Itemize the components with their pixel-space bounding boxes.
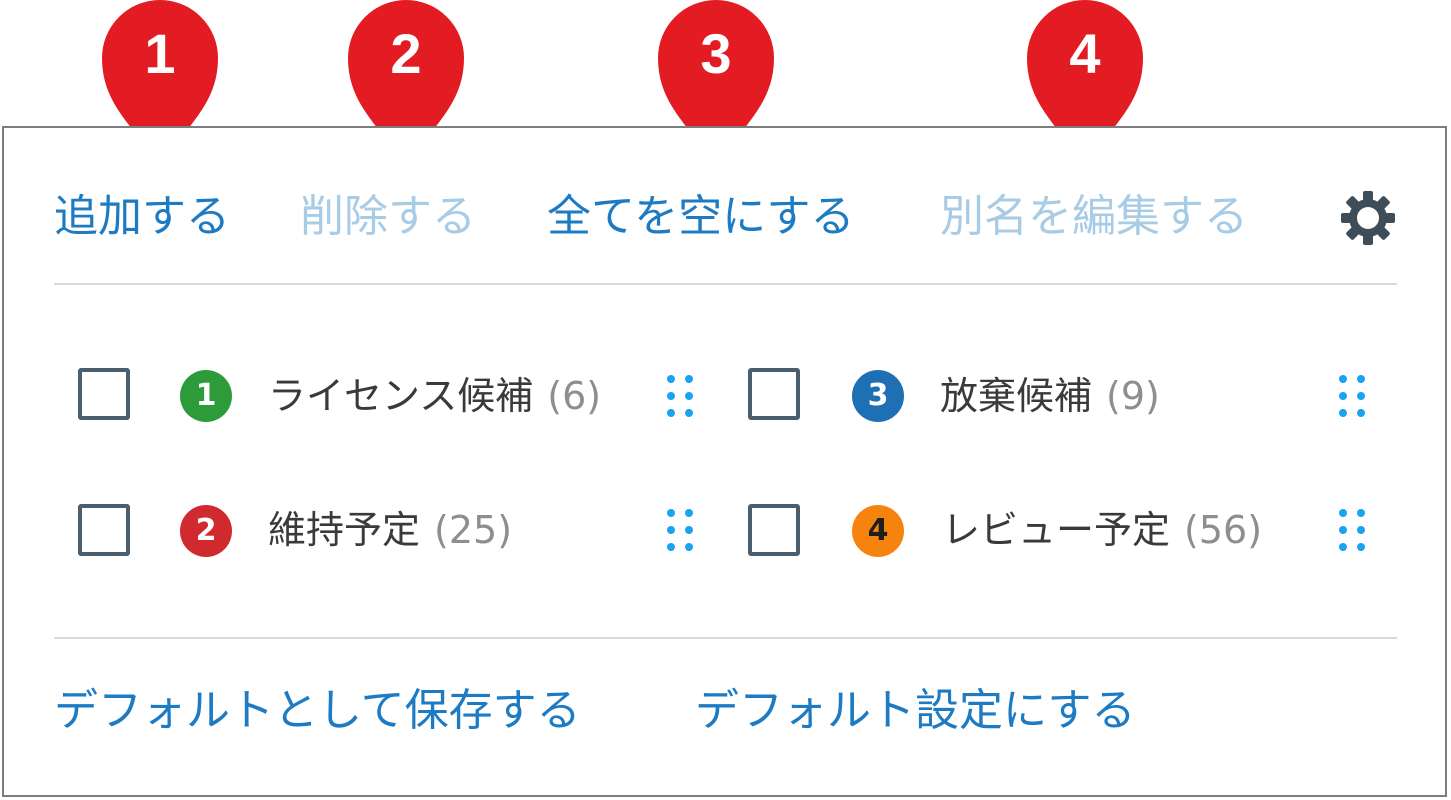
drag-handle-icon[interactable]: [666, 374, 694, 418]
save-as-default-button[interactable]: デフォルトとして保存する: [54, 684, 581, 738]
tag-checkbox[interactable]: [748, 368, 800, 420]
callout-number: 2: [390, 22, 422, 85]
tag-label: レビュー予定 (56): [942, 505, 1262, 555]
delete-button[interactable]: 削除する: [300, 190, 476, 244]
tag-label: 放棄候補 (9): [940, 371, 1160, 421]
tag-checkbox[interactable]: [78, 368, 130, 420]
tag-name: 放棄候補: [940, 374, 1093, 418]
tag-badge: 4: [852, 505, 904, 557]
tag-name: レビュー予定: [942, 508, 1171, 552]
callout-number: 1: [144, 22, 176, 85]
tag-name: ライセンス候補: [268, 374, 534, 418]
tag-label: 維持予定 (25): [268, 505, 512, 555]
callout-number: 4: [1069, 22, 1101, 85]
tag-checkbox[interactable]: [78, 504, 130, 556]
tag-checkbox[interactable]: [748, 504, 800, 556]
drag-handle-icon[interactable]: [1338, 508, 1366, 552]
reset-to-default-button[interactable]: デフォルト設定にする: [695, 684, 1135, 738]
tag-badge: 2: [180, 505, 232, 557]
add-button[interactable]: 追加する: [54, 190, 230, 244]
divider-bottom: [54, 637, 1397, 639]
drag-handle-icon[interactable]: [1338, 374, 1366, 418]
edit-alias-button[interactable]: 別名を編集する: [940, 190, 1248, 244]
tag-count: (9): [1106, 374, 1160, 418]
tag-badge: 1: [180, 370, 232, 422]
tag-name: 維持予定: [268, 508, 421, 552]
tag-count: (25): [434, 508, 513, 552]
tag-label: ライセンス候補 (6): [268, 371, 601, 421]
gear-icon[interactable]: [1338, 188, 1398, 248]
clear-all-button[interactable]: 全てを空にする: [547, 190, 855, 244]
tag-count: (6): [547, 374, 602, 418]
drag-handle-icon[interactable]: [666, 508, 694, 552]
divider-top: [54, 283, 1397, 285]
tag-count: (56): [1184, 508, 1263, 552]
tag-badge: 3: [852, 370, 904, 422]
callout-number: 3: [700, 22, 732, 85]
